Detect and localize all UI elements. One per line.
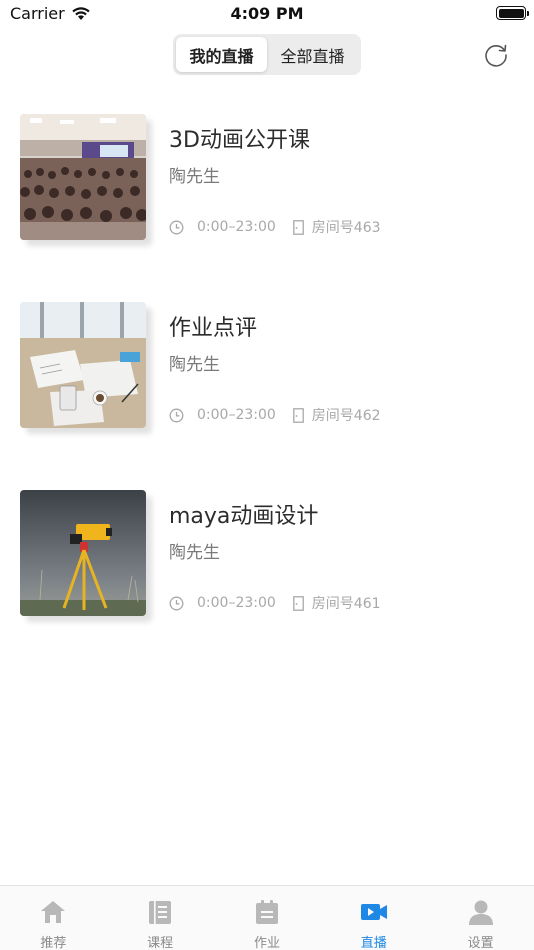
live-list: 3D动画公开课 陶先生 0:00–23:00 房间号463 作业点评 陶先生 0… — [0, 94, 534, 658]
live-time: 0:00–23:00 — [197, 219, 276, 235]
tab-course[interactable]: 课程 — [107, 886, 214, 950]
live-room: 房间号462 — [311, 408, 381, 424]
surveying-tripod-thumbnail — [20, 490, 146, 616]
status-time: 4:09 PM — [230, 4, 304, 23]
person-icon — [468, 900, 493, 925]
tab-label: 设置 — [467, 936, 494, 950]
live-title: 作业点评 — [169, 316, 258, 341]
clock-icon — [169, 596, 184, 610]
live-meta: 0:00–23:00 房间号463 — [169, 217, 381, 237]
door-icon — [292, 407, 304, 423]
clipboard-icon — [255, 900, 278, 924]
live-filter-segmented-control: 我的直播 全部直播 — [173, 34, 361, 75]
live-room: 房间号461 — [311, 596, 381, 612]
live-room: 房间号463 — [311, 220, 381, 236]
live-title: 3D动画公开课 — [169, 128, 310, 153]
conference-hall-thumbnail — [20, 114, 146, 240]
tab-live[interactable]: 直播 — [320, 886, 427, 950]
tab-label: 课程 — [147, 936, 174, 950]
live-time: 0:00–23:00 — [197, 407, 276, 423]
live-teacher: 陶先生 — [169, 543, 220, 563]
status-bar: Carrier 4:09 PM — [0, 0, 534, 28]
tab-label: 直播 — [360, 936, 387, 950]
segment-my-live[interactable]: 我的直播 — [176, 37, 267, 72]
tab-settings[interactable]: 设置 — [427, 886, 534, 950]
desk-papers-thumbnail — [20, 302, 146, 428]
battery-icon — [496, 6, 529, 20]
live-item[interactable]: maya动画设计 陶先生 0:00–23:00 房间号461 — [0, 470, 534, 658]
live-title: maya动画设计 — [169, 504, 319, 529]
door-icon — [292, 219, 304, 235]
tab-label: 作业 — [253, 936, 280, 950]
live-teacher: 陶先生 — [169, 167, 220, 187]
home-icon — [41, 901, 66, 923]
tab-label: 推荐 — [40, 936, 67, 950]
live-item[interactable]: 3D动画公开课 陶先生 0:00–23:00 房间号463 — [0, 94, 534, 282]
refresh-icon[interactable] — [482, 41, 510, 69]
segment-all-live[interactable]: 全部直播 — [267, 37, 358, 72]
door-icon — [292, 595, 304, 611]
live-meta: 0:00–23:00 房间号461 — [169, 593, 381, 613]
tab-bar: 推荐 课程 作业 直播 设置 — [0, 885, 534, 950]
book-icon — [149, 901, 172, 924]
clock-icon — [169, 220, 184, 234]
live-item[interactable]: 作业点评 陶先生 0:00–23:00 房间号462 — [0, 282, 534, 470]
clock-icon — [169, 408, 184, 422]
live-time: 0:00–23:00 — [197, 595, 276, 611]
video-icon — [360, 904, 387, 920]
live-teacher: 陶先生 — [169, 355, 220, 375]
tab-homework[interactable]: 作业 — [214, 886, 321, 950]
live-meta: 0:00–23:00 房间号462 — [169, 405, 381, 425]
tab-recommend[interactable]: 推荐 — [0, 886, 107, 950]
